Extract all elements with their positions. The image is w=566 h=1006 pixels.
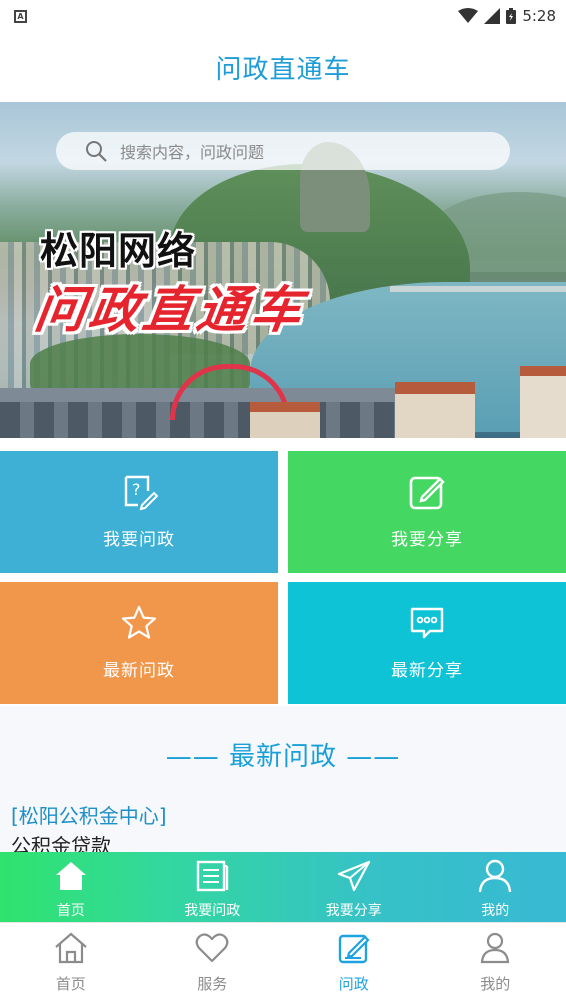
inner-nav-label: 首页 — [56, 903, 85, 919]
heart-icon — [195, 933, 229, 963]
latest-section: —— 最新问政 —— [松阳公积金中心] 公积金贷款 — [0, 706, 566, 858]
tile-latest-questions[interactable]: 最新问政 — [0, 582, 278, 704]
tab-home[interactable]: 首页 — [0, 923, 142, 1006]
inner-nav-mine[interactable]: 我的 — [425, 852, 566, 922]
inner-nav-label: 我的 — [481, 903, 510, 919]
tile-label: 最新分享 — [391, 661, 463, 681]
tab-label: 我的 — [480, 975, 511, 993]
tile-latest-shares[interactable]: 最新分享 — [288, 582, 566, 704]
banner-scenery — [390, 286, 566, 292]
edit-square-icon — [409, 476, 445, 510]
notification-a-icon: A — [14, 9, 27, 23]
status-time: 5:28 — [522, 7, 556, 25]
search-input[interactable]: 搜索内容，问政问题 — [56, 132, 510, 170]
home-icon — [55, 862, 86, 890]
user-icon — [479, 859, 512, 893]
chat-bubble-icon — [410, 607, 444, 639]
status-right: 5:28 — [458, 7, 556, 25]
tab-label: 服务 — [197, 975, 228, 993]
banner-scenery — [520, 366, 566, 438]
home-outline-icon — [55, 932, 87, 964]
tab-bar: 首页 服务 问政 我的 — [0, 922, 566, 1006]
star-icon — [121, 605, 157, 639]
banner[interactable]: 搜索内容，问政问题 松阳网络 问政直通车 — [0, 102, 566, 438]
tab-wenzheng[interactable]: 问政 — [283, 923, 425, 1006]
tile-label: 最新问政 — [103, 661, 175, 681]
page-title: 问政直通车 — [215, 54, 351, 85]
header: 问政直通车 — [0, 32, 566, 102]
edit-square-icon — [338, 934, 370, 964]
banner-title-line2: 问政直通车 — [31, 280, 310, 339]
inner-nav-label: 我要分享 — [325, 903, 382, 919]
banner-scenery — [250, 402, 320, 438]
banner-scenery — [395, 382, 475, 438]
tab-service[interactable]: 服务 — [142, 923, 284, 1006]
svg-text:?: ? — [132, 480, 141, 499]
inner-nav-ask[interactable]: 我要问政 — [142, 852, 284, 922]
tab-label: 问政 — [338, 975, 369, 993]
tab-mine[interactable]: 我的 — [425, 923, 566, 1006]
tile-share[interactable]: 我要分享 — [288, 451, 566, 573]
question-edit-icon: ? — [124, 475, 158, 511]
document-icon — [197, 860, 229, 892]
tile-ask-question[interactable]: ? 我要问政 — [0, 451, 278, 573]
inner-nav-bar: 首页 我要问政 我要分享 我的 — [0, 852, 566, 922]
wifi-icon — [458, 8, 479, 23]
banner-title-line1: 松阳网络 — [40, 228, 197, 273]
search-placeholder: 搜索内容，问政问题 — [120, 143, 265, 162]
section-title: —— 最新问政 —— — [165, 742, 401, 772]
paper-plane-icon — [337, 860, 370, 892]
tile-label: 我要问政 — [103, 530, 175, 550]
tab-label: 首页 — [55, 975, 86, 993]
search-icon — [86, 141, 107, 162]
inner-nav-home[interactable]: 首页 — [0, 852, 142, 922]
signal-icon — [484, 8, 501, 24]
battery-icon — [506, 8, 517, 24]
inner-nav-share[interactable]: 我要分享 — [283, 852, 425, 922]
list-item-org[interactable]: [松阳公积金中心] — [11, 800, 167, 829]
tile-label: 我要分享 — [391, 530, 463, 550]
status-bar: A 5:28 — [0, 0, 566, 32]
status-left: A — [14, 9, 27, 23]
user-outline-icon — [481, 932, 510, 964]
inner-nav-label: 我要问政 — [184, 903, 241, 919]
